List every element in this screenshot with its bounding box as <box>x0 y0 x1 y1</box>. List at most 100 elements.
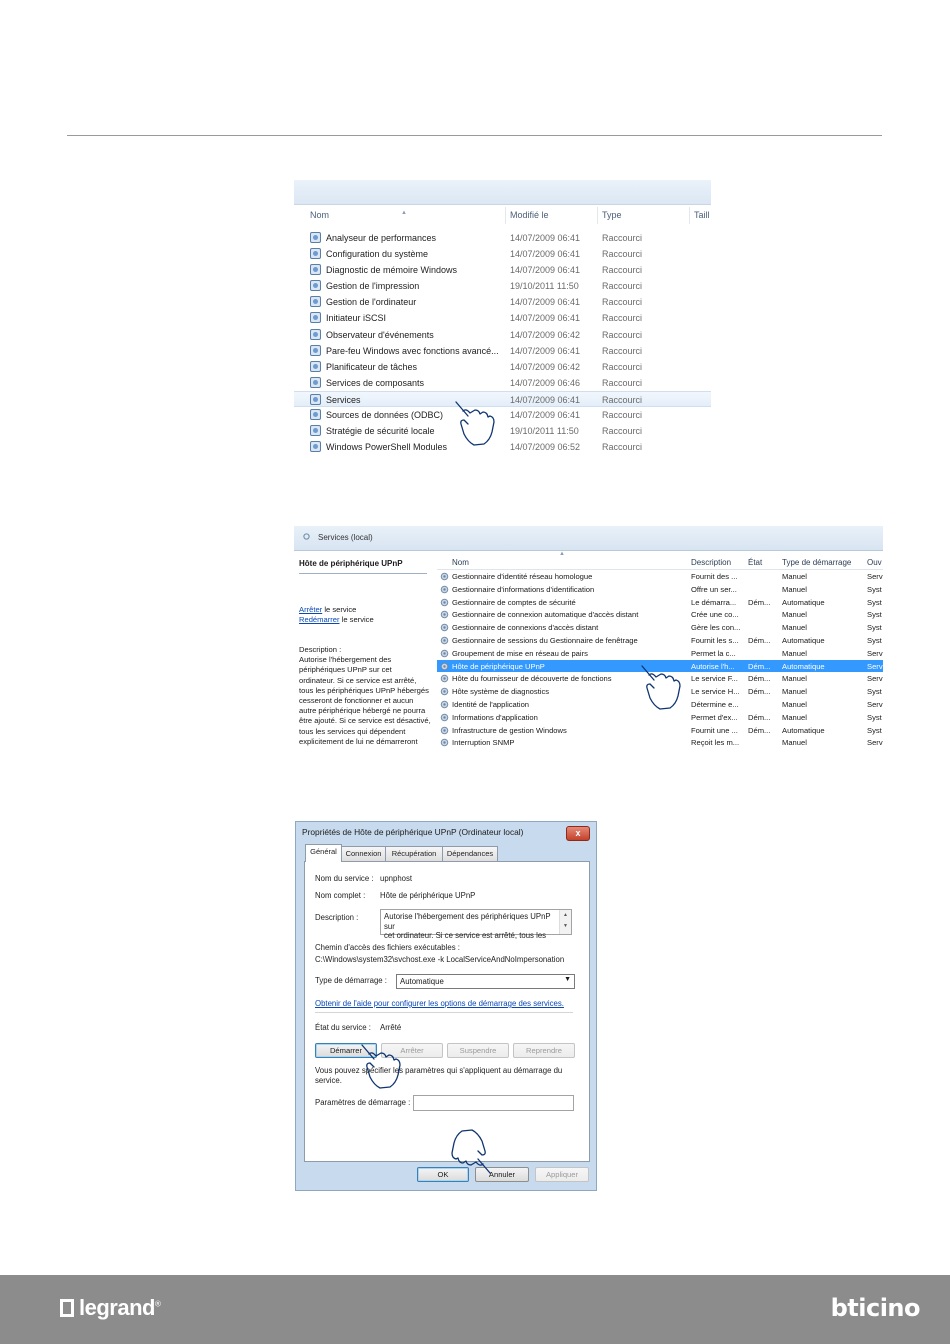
item-date: 14/07/2009 06:52 <box>510 442 581 453</box>
list-item[interactable]: Observateur d'événements 14/07/2009 06:42… <box>294 327 711 343</box>
tab-general[interactable]: Général <box>305 844 342 862</box>
startup-hint-line1: Vous pouvez spécifier les paramètres qui… <box>315 1066 563 1075</box>
item-name: Gestion de l'ordinateur <box>326 297 417 308</box>
service-gear-icon <box>440 687 449 696</box>
tab-recuperation[interactable]: Récupération <box>385 846 443 861</box>
description-textarea[interactable]: Autorise l'hébergement des périphériques… <box>380 909 572 940</box>
column-type[interactable]: Type <box>602 210 622 220</box>
cell-logon: Syst <box>867 635 882 645</box>
table-row[interactable]: Infrastructure de gestion Windows Fournit… <box>437 724 883 737</box>
tab-dependances[interactable]: Dépendances <box>442 846 498 861</box>
list-item[interactable]: Diagnostic de mémoire Windows 14/07/2009 … <box>294 262 711 278</box>
column-name[interactable]: Nom <box>310 210 329 220</box>
item-date: 14/07/2009 06:41 <box>510 410 581 421</box>
start-parameters-input[interactable] <box>413 1095 574 1111</box>
cell-description: Le service H... <box>691 687 740 697</box>
full-name-label: Nom complet : <box>315 891 366 900</box>
item-date: 14/07/2009 06:41 <box>510 394 581 405</box>
list-item[interactable]: Services de composants 14/07/2009 06:46 Ra… <box>294 375 711 391</box>
cancel-button[interactable]: Annuler <box>475 1167 529 1182</box>
column-name[interactable]: Nom <box>452 558 687 567</box>
item-type: Raccourci <box>602 377 643 388</box>
service-name-value: upnphost <box>380 874 413 883</box>
item-type: Raccourci <box>602 361 643 372</box>
services-grid: ▲ Nom Description État Type de démarrage… <box>437 551 883 748</box>
start-button[interactable]: Démarrer <box>315 1043 377 1058</box>
table-row[interactable]: Informations d'application Permet d'ex...… <box>437 711 883 724</box>
table-row[interactable]: Identité de l'application Détermine e... M… <box>437 698 883 711</box>
item-date: 19/10/2011 11:50 <box>510 426 579 437</box>
list-item[interactable]: Planificateur de tâches 14/07/2009 06:42 R… <box>294 359 711 375</box>
item-type: Raccourci <box>602 410 643 421</box>
table-row[interactable]: Gestionnaire de comptes de sécurité Le dé… <box>437 596 883 609</box>
list-item[interactable]: Pare-feu Windows avec fonctions avancé..… <box>294 343 711 359</box>
cell-logon: Syst <box>867 725 882 735</box>
pause-button[interactable]: Suspendre <box>447 1043 509 1058</box>
table-row[interactable]: Interruption SNMP Reçoit les m... Manuel Se… <box>437 736 883 748</box>
ok-button[interactable]: OK <box>417 1167 469 1182</box>
help-link[interactable]: Obtenir de l'aide pour configurer les op… <box>315 999 564 1008</box>
stop-button[interactable]: Arrêter <box>381 1043 443 1058</box>
list-item[interactable]: Windows PowerShell Modules 14/07/2009 06:… <box>294 439 711 455</box>
cell-name: Gestionnaire de comptes de sécurité <box>452 597 576 607</box>
startup-type-label: Type de démarrage : <box>315 976 387 985</box>
list-item[interactable]: Initiateur iSCSI 14/07/2009 06:41 Raccourc… <box>294 310 711 326</box>
table-row[interactable]: Hôte système de diagnostics Le service H.… <box>437 685 883 698</box>
close-button[interactable]: x <box>566 826 590 841</box>
page-footer: legrand® bticino <box>0 1275 950 1344</box>
cell-logon: Syst <box>867 623 882 633</box>
service-gear-icon <box>440 611 449 619</box>
sort-arrow-icon: ▲ <box>559 551 565 557</box>
table-row[interactable]: Hôte de périphérique UPnP Autorise l'h...… <box>437 659 883 673</box>
textarea-scrollbar[interactable]: ▲ ▼ <box>559 910 571 934</box>
list-item[interactable]: Gestion de l'impression 19/10/2011 11:50 R… <box>294 278 711 294</box>
item-type: Raccourci <box>602 394 643 405</box>
firewall-icon <box>310 344 321 356</box>
list-item[interactable]: Gestion de l'ordinateur 14/07/2009 06:41 R… <box>294 294 711 310</box>
table-row[interactable]: Hôte du fournisseur de découverte de fon… <box>437 672 883 685</box>
column-modified[interactable]: Modifié le <box>510 210 549 220</box>
cell-logon: Syst <box>867 687 882 697</box>
tab-connexion[interactable]: Connexion <box>341 846 386 861</box>
column-logon[interactable]: Ouv <box>867 558 883 567</box>
table-row[interactable]: Gestionnaire de sessions du Gestionnaire… <box>437 634 883 647</box>
task-scheduler-icon <box>310 360 321 372</box>
item-date: 14/07/2009 06:41 <box>510 265 581 276</box>
list-item[interactable]: Stratégie de sécurité locale 19/10/2011 1… <box>294 423 711 439</box>
table-row[interactable]: Gestionnaire de connexion automatique d'… <box>437 608 883 621</box>
service-description: Description : Autorise l'hébergement des… <box>299 645 433 748</box>
services-window-title: Services (local) <box>318 533 373 542</box>
startup-type-select[interactable]: Automatique ▼ <box>396 974 575 989</box>
startup-type-value: Automatique <box>400 977 444 986</box>
cell-logon: Syst <box>867 597 882 607</box>
item-type: Raccourci <box>602 249 643 260</box>
table-row[interactable]: Gestionnaire d'informations d'identifica… <box>437 583 883 596</box>
column-state[interactable]: État <box>748 558 780 567</box>
stop-service-link[interactable]: Arrêter <box>299 605 322 614</box>
list-item[interactable]: Sources de données (ODBC) 14/07/2009 06:4… <box>294 407 711 423</box>
cell-name: Identité de l'application <box>452 699 530 709</box>
odbc-icon <box>310 409 321 421</box>
column-startup-type[interactable]: Type de démarrage <box>782 558 864 567</box>
column-description[interactable]: Description <box>691 558 745 567</box>
table-row[interactable]: Gestionnaire de connexions d'accès dista… <box>437 621 883 634</box>
cell-name: Informations d'application <box>452 712 538 722</box>
apply-button[interactable]: Appliquer <box>535 1167 589 1182</box>
legrand-logo: legrand® <box>60 1295 161 1321</box>
services-list: Gestionnaire d'identité réseau homologue… <box>437 570 883 748</box>
description-line: cesseront de fonctionner et aucun <box>299 696 414 706</box>
item-name: Observateur d'événements <box>326 329 434 340</box>
restart-service-link[interactable]: Redémarrer <box>299 615 340 624</box>
path-value: C:\Windows\system32\svchost.exe -k Local… <box>315 955 565 964</box>
cell-name: Hôte système de diagnostics <box>452 687 550 697</box>
explorer-file-list: Analyseur de performances 14/07/2009 06:4… <box>294 230 711 455</box>
table-row[interactable]: Gestionnaire d'identité réseau homologue… <box>437 570 883 583</box>
resume-button[interactable]: Reprendre <box>513 1043 575 1058</box>
list-item[interactable]: Services 14/07/2009 06:41 Raccourci <box>294 390 711 408</box>
list-item[interactable]: Analyseur de performances 14/07/2009 06:4… <box>294 230 711 246</box>
table-row[interactable]: Groupement de mise en réseau de pairs Per… <box>437 647 883 660</box>
list-item[interactable]: Configuration du système 14/07/2009 06:41… <box>294 246 711 262</box>
service-actions: Arrêter le service Redémarrer le service <box>299 605 374 625</box>
column-size[interactable]: Taill <box>694 210 710 220</box>
description-label: Description : <box>299 645 342 654</box>
